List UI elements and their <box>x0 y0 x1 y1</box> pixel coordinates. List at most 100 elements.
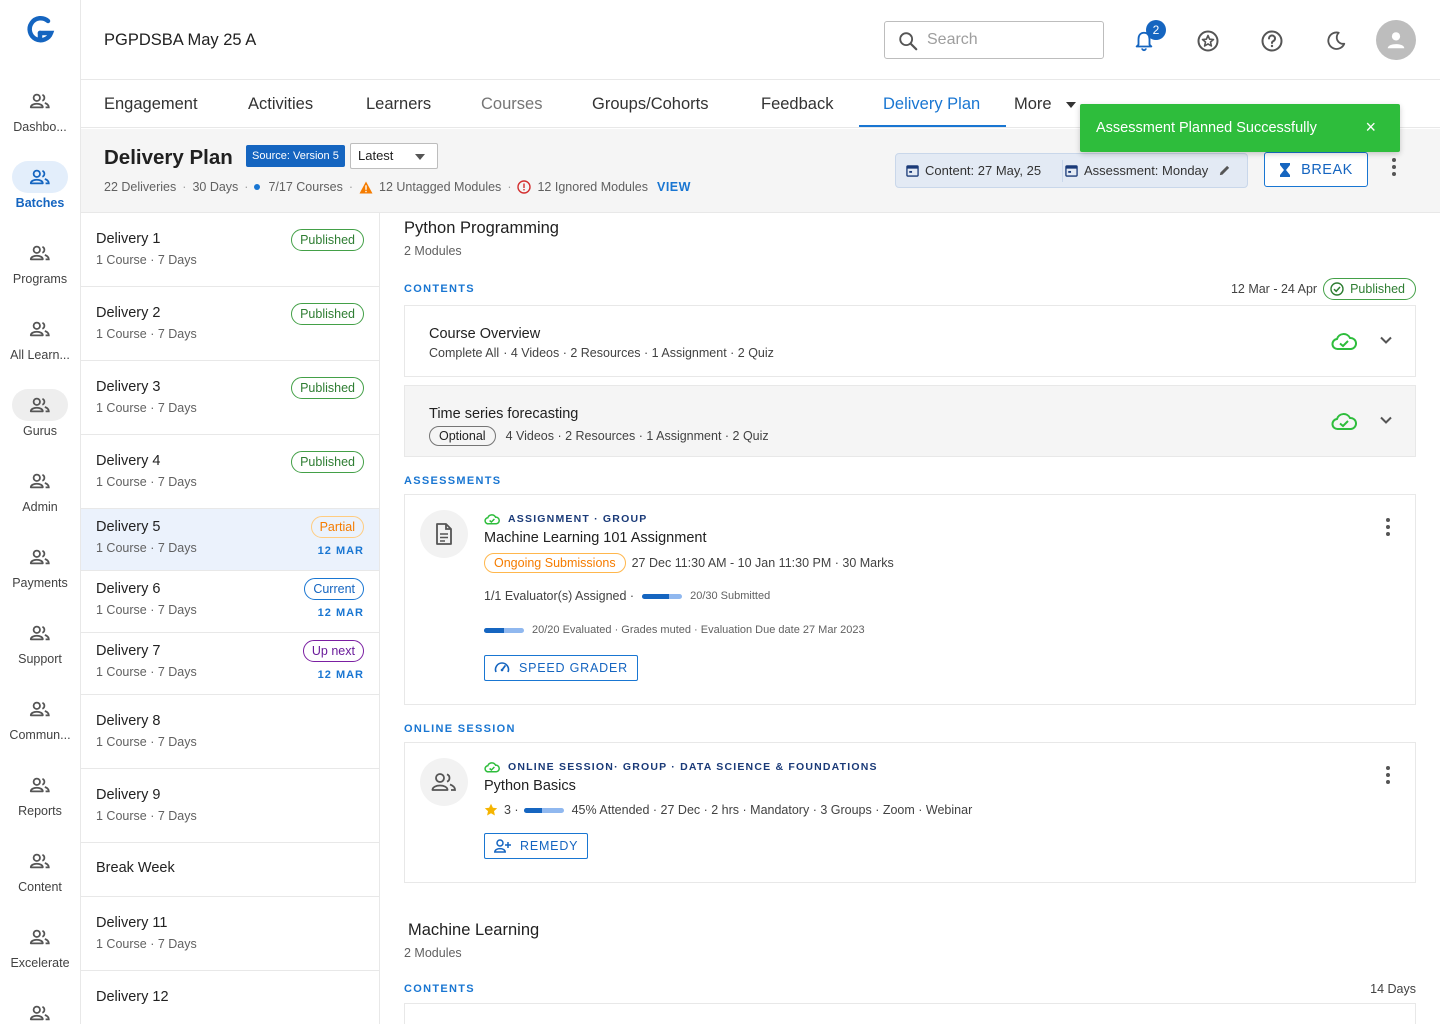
moon-icon[interactable] <box>1323 28 1349 54</box>
search-input[interactable] <box>927 30 1097 50</box>
sidebar-item-12[interactable] <box>0 997 80 1032</box>
remedy-button[interactable]: REMEDY <box>484 833 589 859</box>
pencil-icon[interactable] <box>1218 164 1231 177</box>
delivery-row[interactable]: Delivery 3 1 Course · 7 Days Published <box>81 361 379 435</box>
delivery-summary: 1 Course · 7 Days <box>96 809 197 823</box>
assignment-type-label: ASSIGNMENT · GROUP <box>508 513 648 525</box>
evaluation-details: 20/20 Evaluated · Grades muted · Evaluat… <box>532 624 865 636</box>
sidebar-item-10[interactable]: Content <box>0 845 80 894</box>
delivery-name: Delivery 8 <box>96 713 161 729</box>
delivery-row[interactable]: Break Week <box>81 843 379 897</box>
more-options-icon[interactable] <box>1391 157 1397 177</box>
more-options-icon[interactable] <box>1385 765 1391 785</box>
sidebar-item-7[interactable]: Support <box>0 617 80 666</box>
users-icon <box>12 693 68 725</box>
help-icon[interactable] <box>1259 28 1285 54</box>
delivery-summary: 1 Course · 7 Days <box>96 603 197 617</box>
delivery-row[interactable]: Delivery 8 1 Course · 7 Days <box>81 695 379 769</box>
tab-activities[interactable]: Activities <box>248 95 313 114</box>
delivery-row[interactable]: Delivery 7 1 Course · 7 Days Up next 12 MAR <box>81 633 379 695</box>
delivery-row[interactable]: Delivery 12 <box>81 971 379 1024</box>
version-select[interactable]: Latest <box>350 143 438 169</box>
sidebar-item-label: Dashbo... <box>13 120 67 134</box>
chevron-down-icon[interactable] <box>1379 413 1393 427</box>
session-title[interactable]: Python Basics <box>484 778 576 794</box>
tab-more[interactable]: More <box>1014 95 1076 114</box>
sidebar-item-5[interactable]: Admin <box>0 465 80 514</box>
user-avatar[interactable] <box>1376 20 1416 60</box>
close-icon[interactable]: × <box>1365 117 1376 138</box>
error-icon <box>517 180 532 194</box>
status-badge: Published <box>291 229 364 251</box>
module-card[interactable]: Course Overview Complete All · 4 Videos ·… <box>404 305 1416 377</box>
users-icon <box>12 85 68 117</box>
course-modules-count: 2 Modules <box>404 946 462 960</box>
delivery-date: 12 MAR <box>317 669 364 681</box>
tab-learners[interactable]: Learners <box>366 95 431 114</box>
cloud-check-icon <box>1331 331 1357 351</box>
tab-engagement[interactable]: Engagement <box>104 95 198 114</box>
cloud-check-icon <box>1331 411 1357 431</box>
session-type: ONLINE SESSION· GROUP · DATA SCIENCE & F… <box>484 761 878 773</box>
evaluator-row: 1/1 Evaluator(s) Assigned · 20/30 Submitt… <box>484 589 770 603</box>
module-card[interactable] <box>404 1003 1416 1024</box>
dot-icon <box>254 184 261 190</box>
evaluated-progress-bar <box>484 627 524 633</box>
check-circle-icon <box>1330 282 1344 296</box>
chevron-down-icon[interactable] <box>1379 333 1393 347</box>
sidebar-item-2[interactable]: Programs <box>0 237 80 286</box>
tab-delivery-plan[interactable]: Delivery Plan <box>883 95 980 114</box>
sidebar-item-4[interactable]: Gurus <box>0 389 80 438</box>
sidebar-item-label: Support <box>18 652 62 666</box>
caret-down-icon <box>415 154 425 160</box>
sidebar-item-8[interactable]: Commun... <box>0 693 80 742</box>
users-icon <box>12 541 68 573</box>
delivery-name: Delivery 11 <box>96 915 168 931</box>
content-date[interactable]: Content: 27 May, 25 <box>906 163 1041 178</box>
sidebar-item-3[interactable]: All Learn... <box>0 313 80 362</box>
search-box[interactable] <box>884 21 1104 59</box>
sidebar-item-6[interactable]: Payments <box>0 541 80 590</box>
users-icon <box>12 465 68 497</box>
more-options-icon[interactable] <box>1385 517 1391 537</box>
tab-courses[interactable]: Courses <box>481 95 542 114</box>
add-user-icon <box>494 839 512 853</box>
assignment-title[interactable]: Machine Learning 101 Assignment <box>484 530 706 546</box>
star-badge-icon[interactable] <box>1195 28 1221 54</box>
sidebar-item-9[interactable]: Reports <box>0 769 80 818</box>
break-button[interactable]: BREAK <box>1264 152 1368 187</box>
delivery-row[interactable]: Delivery 4 1 Course · 7 Days Published <box>81 435 379 509</box>
content-date-label: Content: 27 May, 25 <box>925 163 1042 178</box>
status-badge: Partial <box>310 516 364 538</box>
speed-grader-label: SPEED GRADER <box>519 661 628 675</box>
source-badge: Source: Version 5 <box>246 145 345 167</box>
sidebar-item-1[interactable]: Batches <box>0 161 80 210</box>
sidebar-item-0[interactable]: Dashbo... <box>0 85 80 134</box>
status-badge: Published <box>291 451 364 473</box>
session-rating: 3 · <box>504 803 519 817</box>
contents-label: CONTENTS <box>404 983 475 995</box>
user-icon <box>1385 29 1407 51</box>
app-logo[interactable] <box>25 14 55 48</box>
speed-grader-button[interactable]: SPEED GRADER <box>484 655 638 681</box>
delivery-row[interactable]: Delivery 2 1 Course · 7 Days Published <box>81 287 379 361</box>
delivery-row[interactable]: Delivery 6 1 Course · 7 Days Current 12 MAR <box>81 571 379 633</box>
calendar-icon <box>1065 164 1078 177</box>
tab-feedback[interactable]: Feedback <box>761 95 833 114</box>
star-icon <box>484 803 498 817</box>
module-stats: · 4 Videos · 2 Resources · 1 Assignment … <box>503 346 774 360</box>
delivery-row[interactable]: Delivery 11 1 Course · 7 Days <box>81 897 379 971</box>
delivery-name: Delivery 7 <box>96 643 161 659</box>
sidebar-item-11[interactable]: Excelerate <box>0 921 80 970</box>
delivery-row[interactable]: Delivery 5 1 Course · 7 Days Partial 12 MAR <box>81 509 379 571</box>
attendance-progress-bar <box>523 807 564 813</box>
delivery-name: Delivery 1 <box>96 231 161 247</box>
module-card[interactable]: Time series forecasting Optional 4 Videos… <box>404 385 1416 457</box>
online-session-card: ONLINE SESSION· GROUP · DATA SCIENCE & F… <box>404 742 1416 883</box>
view-link[interactable]: VIEW <box>657 180 691 194</box>
delivery-row[interactable]: Delivery 9 1 Course · 7 Days <box>81 769 379 843</box>
cloud-check-icon <box>484 761 500 773</box>
delivery-row[interactable]: Delivery 1 1 Course · 7 Days Published <box>81 213 379 287</box>
tab-groups-cohorts[interactable]: Groups/Cohorts <box>592 95 708 114</box>
assessment-day[interactable]: Assessment: Monday <box>1065 163 1231 178</box>
